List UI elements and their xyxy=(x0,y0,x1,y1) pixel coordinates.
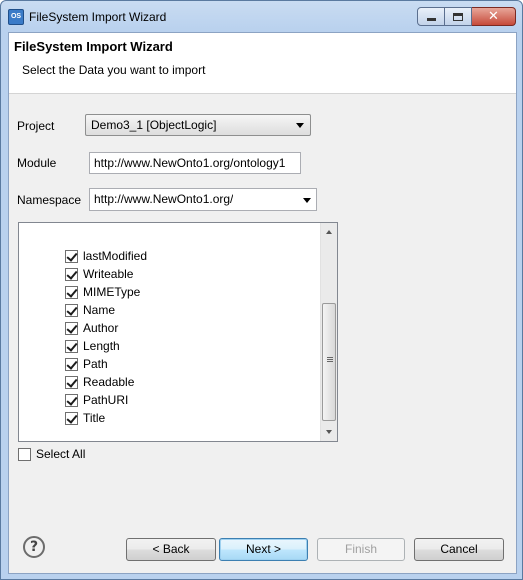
select-all-label: Select All xyxy=(36,447,86,461)
list-item[interactable]: Name xyxy=(65,301,115,319)
module-input-value: http://www.NewOnto1.org/ontology1 xyxy=(94,156,286,170)
list-item-label: Title xyxy=(83,411,106,425)
minimize-icon xyxy=(426,18,436,21)
page-title: FileSystem Import Wizard xyxy=(14,39,173,54)
list-item[interactable]: Author xyxy=(65,319,118,337)
wizard-app-icon: OS xyxy=(8,9,24,25)
list-item-label: Readable xyxy=(83,375,135,389)
list-item-checkbox[interactable] xyxy=(65,411,78,425)
list-item-label: Writeable xyxy=(83,267,134,281)
back-button[interactable]: < Back xyxy=(126,538,216,561)
attribute-list-scrollbar[interactable] xyxy=(320,223,337,441)
list-item[interactable]: Title xyxy=(65,409,105,427)
list-item[interactable]: lastModified xyxy=(65,247,147,265)
namespace-label: Namespace xyxy=(17,193,82,207)
list-item-checkbox[interactable] xyxy=(65,375,78,389)
title-bar[interactable]: OS FileSystem Import Wizard ✕ xyxy=(1,1,522,32)
list-item[interactable]: Length xyxy=(65,337,120,355)
list-item-checkbox[interactable] xyxy=(65,393,78,407)
wizard-header: FileSystem Import Wizard Select the Data… xyxy=(9,33,516,94)
scroll-thumb[interactable] xyxy=(322,303,336,421)
maximize-icon xyxy=(453,12,463,21)
list-item[interactable]: PathURI xyxy=(65,391,128,409)
select-all-checkbox[interactable]: Select All xyxy=(18,447,85,461)
close-button[interactable]: ✕ xyxy=(472,7,516,26)
wizard-window: OS FileSystem Import Wizard ✕ FileSystem… xyxy=(0,0,523,580)
chevron-down-icon[interactable] xyxy=(303,198,311,203)
list-item-checkbox[interactable] xyxy=(65,339,78,353)
help-icon[interactable]: ? xyxy=(23,536,45,558)
list-item-checkbox[interactable] xyxy=(65,303,78,317)
window-title: FileSystem Import Wizard xyxy=(29,10,167,24)
page-description: Select the Data you want to import xyxy=(22,63,206,77)
list-item-label: Path xyxy=(83,357,108,371)
project-label: Project xyxy=(17,119,55,133)
project-dropdown[interactable]: Demo3_1 [ObjectLogic] xyxy=(85,114,311,136)
wizard-client-area: FileSystem Import Wizard Select the Data… xyxy=(8,32,517,574)
list-item[interactable]: MIMEType xyxy=(65,283,140,301)
finish-button: Finish xyxy=(317,538,405,561)
list-item[interactable]: Path xyxy=(65,355,108,373)
list-item-checkbox[interactable] xyxy=(65,267,78,281)
attribute-list[interactable]: lastModified Writeable MIMEType Name Author L… xyxy=(18,222,338,442)
namespace-combo[interactable]: http://www.NewOnto1.org/ xyxy=(89,188,317,211)
namespace-combo-value: http://www.NewOnto1.org/ xyxy=(94,192,234,206)
list-item-label: PathURI xyxy=(83,393,129,407)
arrow-up-icon xyxy=(326,230,332,234)
scroll-down-button[interactable] xyxy=(321,424,337,441)
minimize-button[interactable] xyxy=(417,7,445,26)
list-item-checkbox[interactable] xyxy=(65,357,78,371)
list-item-checkbox[interactable] xyxy=(65,249,78,263)
list-item-label: lastModified xyxy=(83,249,148,263)
maximize-button[interactable] xyxy=(445,7,472,26)
chevron-down-icon xyxy=(296,123,304,128)
scroll-up-button[interactable] xyxy=(321,223,337,240)
list-item[interactable]: Writeable xyxy=(65,265,133,283)
arrow-down-icon xyxy=(326,430,332,434)
cancel-button[interactable]: Cancel xyxy=(414,538,504,561)
attribute-list-items: lastModified Writeable MIMEType Name Author L… xyxy=(19,223,321,441)
list-item-label: Length xyxy=(83,339,120,353)
grip-icon xyxy=(327,357,333,358)
close-icon: ✕ xyxy=(488,9,499,24)
project-dropdown-value: Demo3_1 [ObjectLogic] xyxy=(91,118,217,132)
list-item-label: MIMEType xyxy=(83,285,141,299)
window-controls: ✕ xyxy=(417,7,516,27)
module-label: Module xyxy=(17,156,57,170)
list-item-label: Author xyxy=(83,321,119,335)
list-item-label: Name xyxy=(83,303,116,317)
select-all-box[interactable] xyxy=(18,447,31,461)
next-button[interactable]: Next > xyxy=(219,538,308,561)
module-input[interactable]: http://www.NewOnto1.org/ontology1 xyxy=(89,152,301,174)
list-item-checkbox[interactable] xyxy=(65,321,78,335)
list-item[interactable]: Readable xyxy=(65,373,134,391)
list-item-checkbox[interactable] xyxy=(65,285,78,299)
